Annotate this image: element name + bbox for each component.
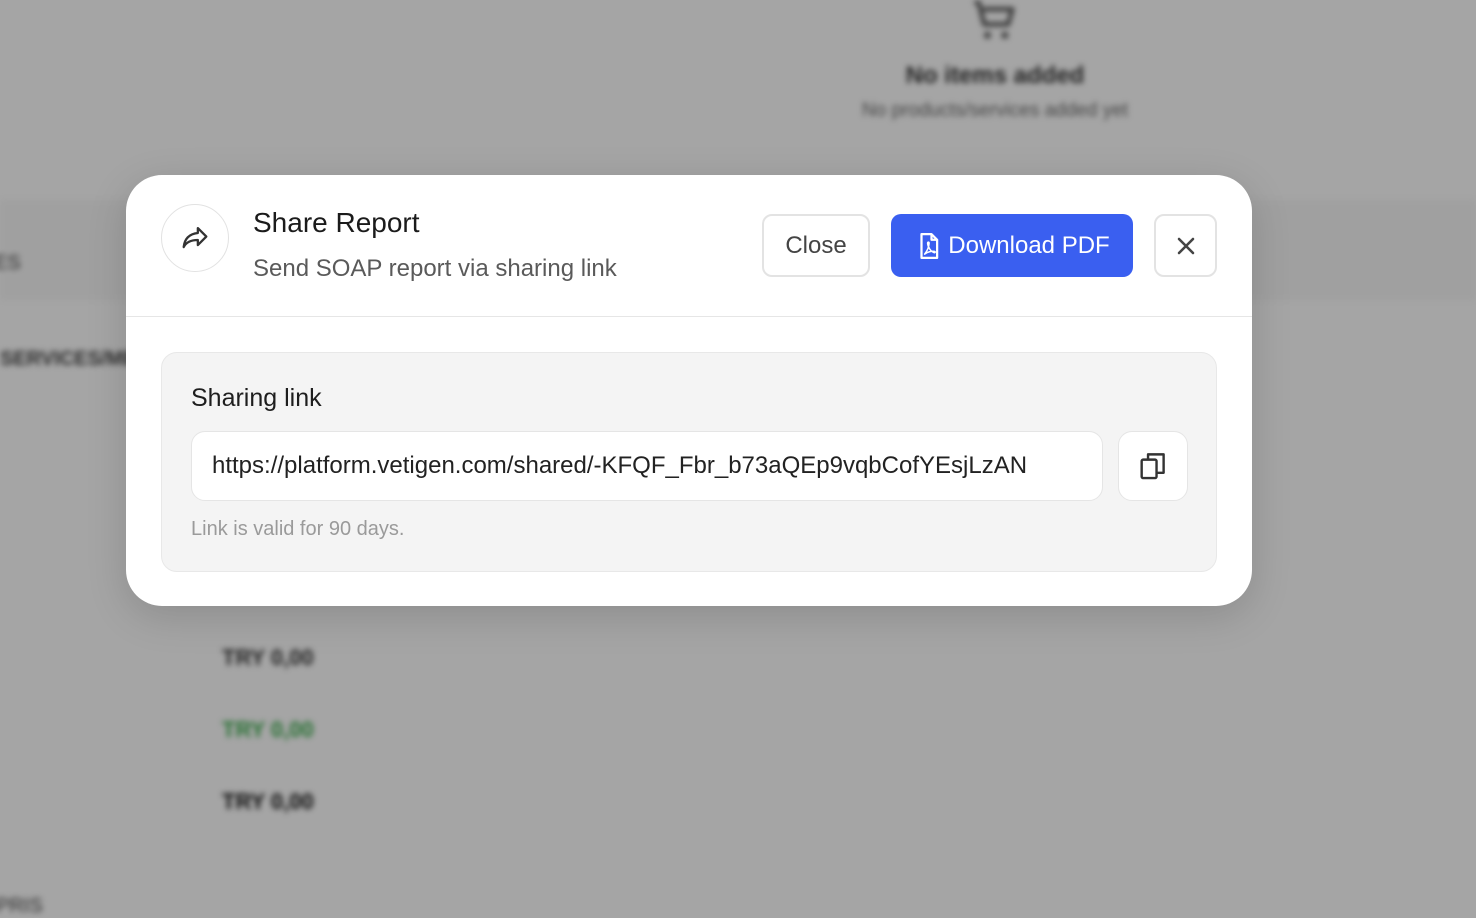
download-pdf-label: Download PDF	[948, 231, 1110, 259]
share-forward-icon	[161, 204, 229, 272]
dialog-header: Share Report Send SOAP report via sharin…	[126, 175, 1252, 317]
close-x-icon	[1177, 237, 1194, 254]
sharing-link-label: Sharing link	[191, 384, 322, 412]
close-button[interactable]: Close	[762, 214, 870, 277]
download-pdf-button[interactable]: Download PDF	[891, 214, 1133, 277]
sharing-link-panel: Sharing link Link is valid for 90 days.	[161, 352, 1217, 572]
dialog-title: Share Report	[253, 207, 420, 238]
pdf-file-icon	[920, 232, 939, 259]
dialog-subtitle: Send SOAP report via sharing link	[253, 255, 617, 282]
copy-link-button[interactable]	[1118, 431, 1188, 501]
share-report-dialog: Share Report Send SOAP report via sharin…	[126, 175, 1252, 606]
sharing-link-input[interactable]	[191, 431, 1103, 501]
dismiss-dialog-button[interactable]	[1154, 214, 1217, 277]
close-button-label: Close	[785, 231, 847, 259]
link-validity-note: Link is valid for 90 days.	[191, 518, 405, 540]
copy-icon	[1140, 453, 1165, 480]
